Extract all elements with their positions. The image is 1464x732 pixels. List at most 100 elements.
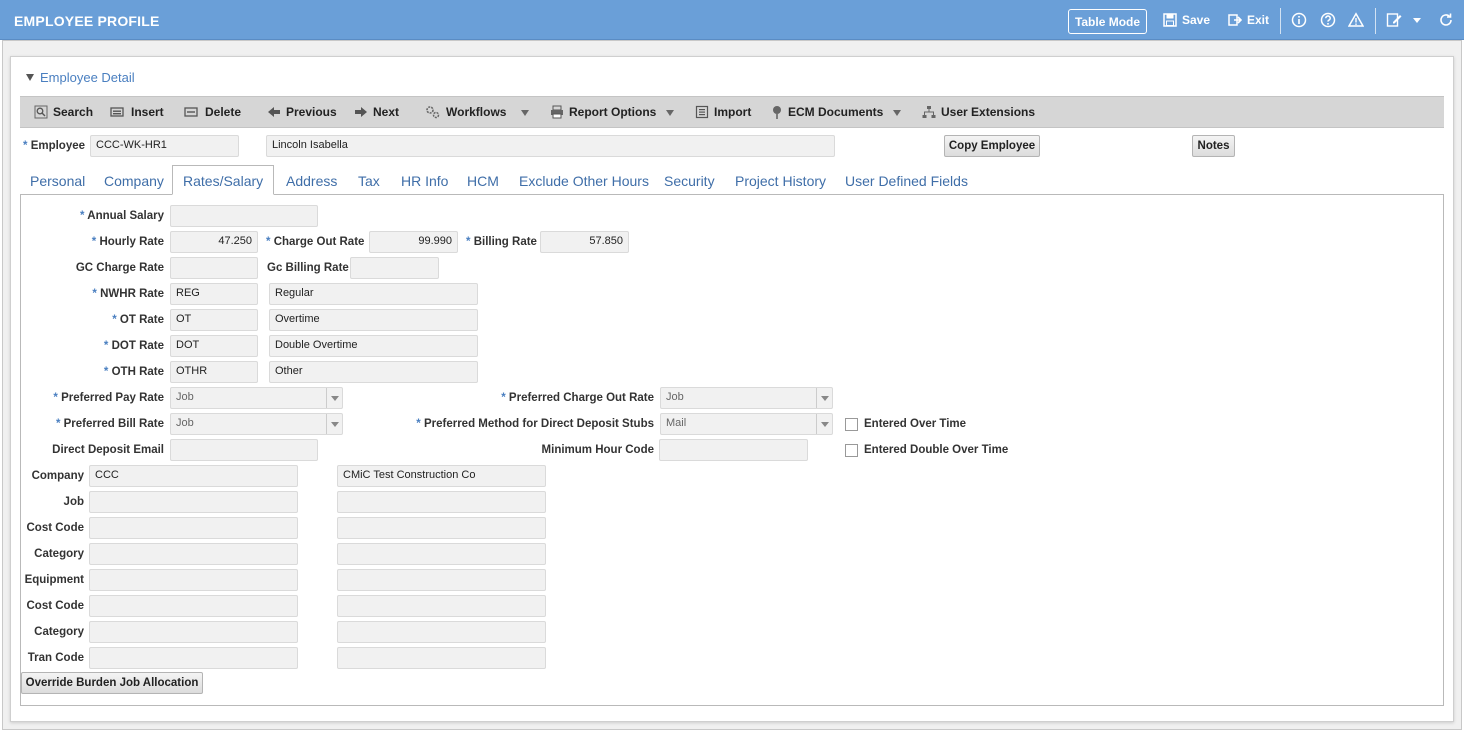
preferred-bill-rate-label-text: Preferred Bill Rate [63, 418, 164, 430]
equipment-label: Equipment [24, 574, 84, 586]
tab-company[interactable]: Company [104, 173, 164, 189]
tab-security[interactable]: Security [664, 173, 715, 189]
info-icon[interactable] [1291, 12, 1307, 28]
preferred-pay-rate-label: * Preferred Pay Rate [53, 392, 164, 404]
search-button[interactable]: Search [34, 105, 93, 119]
report-options-button[interactable]: Report Options [550, 105, 656, 119]
tab-rates-salary[interactable]: Rates/Salary [172, 165, 275, 195]
chevron-down-icon[interactable] [326, 414, 342, 434]
cost-code-2-desc-field [337, 595, 546, 617]
tab-address[interactable]: Address [286, 173, 337, 189]
section-title: Employee Detail [40, 70, 135, 85]
employee-code-field[interactable]: CCC-WK-HR1 [90, 135, 239, 157]
previous-button[interactable]: Previous [267, 105, 337, 119]
preferred-method-dd-label: * Preferred Method for Direct Deposit St… [416, 418, 654, 430]
chevron-down-icon[interactable] [816, 388, 832, 408]
copy-employee-button[interactable]: Copy Employee [944, 135, 1040, 157]
ot-rate-code-field[interactable]: OT [170, 309, 258, 331]
tran-code-field[interactable] [89, 647, 298, 669]
preferred-bill-rate-select[interactable]: Job [170, 413, 343, 435]
equipment-desc-field [337, 569, 546, 591]
delete-button[interactable]: Delete [184, 105, 241, 119]
dot-rate-desc-field: Double Overtime [269, 335, 478, 357]
refresh-icon[interactable] [1438, 12, 1454, 28]
employee-name-field[interactable]: Lincoln Isabella [266, 135, 835, 157]
workflows-chevron-down-icon[interactable] [521, 110, 529, 116]
preferred-charge-out-rate-value: Job [666, 391, 684, 403]
charge-out-rate-field[interactable]: 99.990 [369, 231, 458, 253]
dot-rate-code-field[interactable]: DOT [170, 335, 258, 357]
chevron-down-icon[interactable] [326, 388, 342, 408]
cost-code-label: Cost Code [26, 522, 85, 534]
company-label: Company [31, 470, 84, 482]
billing-rate-field[interactable]: 57.850 [540, 231, 629, 253]
gc-charge-rate-field[interactable] [170, 257, 258, 279]
insert-button[interactable]: Insert [110, 105, 164, 119]
oth-rate-code-field[interactable]: OTHR [170, 361, 258, 383]
tab-project-history[interactable]: Project History [735, 173, 826, 189]
next-button[interactable]: Next [354, 105, 399, 119]
charge-out-rate-label-text: Charge Out Rate [273, 236, 365, 248]
annual-salary-field[interactable] [170, 205, 318, 227]
edit-icon[interactable] [1386, 12, 1402, 28]
direct-deposit-email-field[interactable] [170, 439, 318, 461]
category-field[interactable] [89, 543, 298, 565]
job-code-field[interactable] [89, 491, 298, 513]
entered-over-time-checkbox[interactable] [845, 418, 858, 431]
preferred-charge-out-rate-label-text: Preferred Charge Out Rate [508, 392, 654, 404]
gc-billing-rate-label: Gc Billing Rate [267, 262, 349, 274]
preferred-charge-out-rate-select[interactable]: Job [660, 387, 833, 409]
exit-label: Exit [1247, 13, 1270, 27]
direct-deposit-email-label: Direct Deposit Email [52, 444, 164, 456]
chevron-down-icon[interactable] [1409, 12, 1425, 28]
chevron-down-icon[interactable] [816, 414, 832, 434]
tran-code-desc-field [337, 647, 546, 669]
tab-hr-info[interactable]: HR Info [401, 173, 448, 189]
preferred-pay-rate-select[interactable]: Job [170, 387, 343, 409]
collapse-triangle-icon[interactable] [26, 74, 34, 81]
search-label: Search [53, 105, 94, 119]
category-2-label: Category [34, 626, 84, 638]
save-icon [1163, 13, 1177, 27]
workflows-button[interactable]: Workflows [425, 105, 506, 119]
save-button[interactable]: Save [1163, 13, 1210, 27]
hourly-rate-field[interactable]: 47.250 [170, 231, 258, 253]
override-burden-job-allocation-button[interactable]: Override Burden Job Allocation [21, 672, 203, 694]
cost-code-desc-field [337, 517, 546, 539]
printer-icon [551, 105, 563, 119]
tab-user-defined-fields[interactable]: User Defined Fields [845, 173, 968, 189]
tab-tax[interactable]: Tax [358, 173, 380, 189]
import-button[interactable]: Import [695, 105, 751, 119]
dot-rate-label: * DOT Rate [103, 340, 164, 352]
ot-rate-label: * OT Rate [112, 314, 164, 326]
equipment-field[interactable] [89, 569, 298, 591]
tab-exclude-other-hours[interactable]: Exclude Other Hours [519, 173, 649, 189]
help-icon[interactable] [1320, 12, 1336, 28]
tab-hcm[interactable]: HCM [467, 173, 499, 189]
user-extensions-label: User Extensions [941, 105, 1036, 119]
tab-personal[interactable]: Personal [30, 173, 85, 189]
ecm-documents-button[interactable]: ECM Documents [771, 105, 883, 119]
exit-button[interactable]: Exit [1228, 13, 1269, 27]
cost-code-field[interactable] [89, 517, 298, 539]
notes-button[interactable]: Notes [1192, 135, 1235, 157]
minimum-hour-code-field[interactable] [659, 439, 808, 461]
user-extensions-button[interactable]: User Extensions [922, 105, 1035, 119]
warning-icon[interactable] [1348, 12, 1364, 28]
preferred-method-dd-select[interactable]: Mail [660, 413, 833, 435]
ecm-chevron-down-icon[interactable] [893, 110, 901, 116]
nwhr-rate-code-field[interactable]: REG [170, 283, 258, 305]
tran-code-label: Tran Code [27, 652, 84, 664]
company-code-field[interactable]: CCC [89, 465, 298, 487]
report-options-chevron-down-icon[interactable] [666, 110, 674, 116]
entered-double-over-time-checkbox[interactable] [845, 444, 858, 457]
table-mode-button[interactable]: Table Mode [1068, 9, 1147, 34]
arrow-right-icon [355, 107, 367, 117]
category-2-field[interactable] [89, 621, 298, 643]
cost-code-2-field[interactable] [89, 595, 298, 617]
gears-icon [426, 106, 440, 119]
employee-label-text: Employee [30, 140, 86, 152]
hierarchy-icon [922, 106, 936, 118]
gc-billing-rate-field[interactable] [350, 257, 439, 279]
section-header[interactable]: Employee Detail [26, 70, 135, 85]
